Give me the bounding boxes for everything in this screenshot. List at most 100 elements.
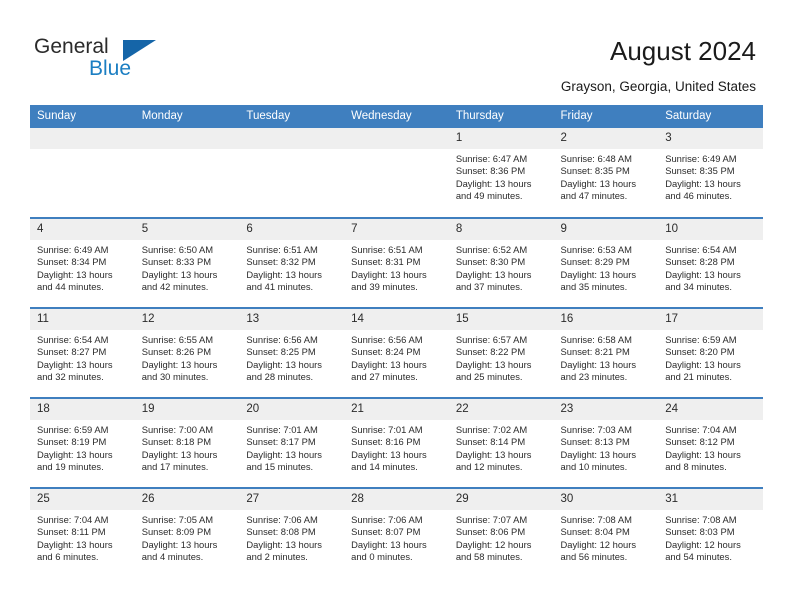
- page-title: August 2024: [609, 36, 756, 66]
- daylight-text: Daylight: 13 hours and 46 minutes.: [665, 177, 741, 201]
- calendar-day-cell[interactable]: 24 Sunrise: 7:04 AM Sunset: 8:12 PM Dayligh…: [658, 397, 763, 488]
- daylight-text: Daylight: 13 hours and 17 minutes.: [141, 448, 218, 472]
- calendar-day-cell[interactable]: 20 Sunrise: 7:01 AM Sunset: 8:17 PM Dayligh…: [239, 397, 345, 488]
- daylight-text: Daylight: 13 hours and 44 minutes.: [37, 268, 113, 292]
- sunrise-text: Sunrise: 7:00 AM: [141, 424, 214, 435]
- day-details: Sunrise: 6:48 AM Sunset: 8:35 PM Daylight:…: [554, 149, 659, 202]
- day-details: Sunrise: 6:55 AM Sunset: 8:26 PM Daylight:…: [135, 330, 240, 383]
- calendar-day-cell[interactable]: 27 Sunrise: 7:06 AM Sunset: 8:08 PM Dayligh…: [239, 487, 345, 578]
- sunset-text: Sunset: 8:29 PM: [560, 256, 630, 268]
- daylight-text: Daylight: 12 hours and 54 minutes.: [665, 538, 741, 562]
- daylight-text: Daylight: 13 hours and 47 minutes.: [560, 177, 637, 201]
- day-number: 4: [30, 219, 135, 240]
- day-number: 26: [134, 489, 240, 510]
- day-details: Sunrise: 7:06 AM Sunset: 8:07 PM Daylight:…: [344, 510, 449, 563]
- sunset-text: Sunset: 8:17 PM: [246, 436, 316, 448]
- day-details: Sunrise: 6:52 AM Sunset: 8:30 PM Daylight:…: [449, 240, 554, 293]
- daylight-text: Daylight: 13 hours and 25 minutes.: [455, 358, 532, 382]
- calendar-day-cell[interactable]: 29 Sunrise: 7:07 AM Sunset: 8:06 PM Dayligh…: [448, 487, 554, 578]
- day-number: 12: [134, 309, 240, 330]
- day-number: 18: [30, 399, 135, 420]
- daylight-text: Daylight: 13 hours and 14 minutes.: [351, 448, 427, 472]
- calendar-day-cell[interactable]: 30 Sunrise: 7:08 AM Sunset: 8:04 PM Dayligh…: [553, 487, 659, 578]
- day-number: 5: [134, 219, 240, 240]
- sunset-text: Sunset: 8:04 PM: [560, 526, 630, 538]
- daylight-text: Daylight: 12 hours and 58 minutes.: [455, 538, 532, 562]
- calendar-day-cell[interactable]: 28 Sunrise: 7:06 AM Sunset: 8:07 PM Dayligh…: [344, 487, 449, 578]
- sunset-text: Sunset: 8:31 PM: [351, 256, 421, 268]
- weekday-header-monday: Monday: [134, 105, 240, 128]
- calendar-day-cell[interactable]: 5 Sunrise: 6:50 AM Sunset: 8:33 PM Daylight…: [134, 217, 240, 308]
- calendar-day-cell[interactable]: 21 Sunrise: 7:01 AM Sunset: 8:16 PM Dayligh…: [344, 397, 449, 488]
- calendar-day-cell-empty: [239, 128, 345, 218]
- daylight-text: Daylight: 13 hours and 15 minutes.: [246, 448, 322, 472]
- sunset-text: Sunset: 8:16 PM: [351, 436, 421, 448]
- day-details: Sunrise: 6:59 AM Sunset: 8:19 PM Daylight:…: [30, 420, 135, 473]
- sunrise-text: Sunrise: 6:54 AM: [665, 244, 737, 255]
- calendar-header-row: Sunday Monday Tuesday Wednesday Thursday Frid…: [30, 105, 763, 128]
- calendar-day-cell-empty: [134, 128, 240, 218]
- daylight-text: Daylight: 12 hours and 56 minutes.: [560, 538, 637, 562]
- day-details: Sunrise: 7:08 AM Sunset: 8:03 PM Daylight:…: [658, 510, 763, 563]
- calendar-day-cell[interactable]: 10 Sunrise: 6:54 AM Sunset: 8:28 PM Dayligh…: [658, 217, 763, 308]
- sunset-text: Sunset: 8:24 PM: [351, 346, 421, 358]
- day-details: Sunrise: 6:49 AM Sunset: 8:34 PM Daylight:…: [30, 240, 135, 293]
- sunrise-text: Sunrise: 6:56 AM: [246, 334, 318, 345]
- page-subtitle: Grayson, Georgia, United States: [560, 79, 756, 94]
- calendar-day-cell[interactable]: 19 Sunrise: 7:00 AM Sunset: 8:18 PM Dayligh…: [134, 397, 240, 488]
- calendar-day-cell[interactable]: 12 Sunrise: 6:55 AM Sunset: 8:26 PM Dayligh…: [134, 307, 240, 398]
- calendar-day-cell[interactable]: 13 Sunrise: 6:56 AM Sunset: 8:25 PM Dayligh…: [239, 307, 345, 398]
- calendar-day-cell[interactable]: 26 Sunrise: 7:05 AM Sunset: 8:09 PM Dayligh…: [134, 487, 240, 578]
- calendar-day-cell[interactable]: 9 Sunrise: 6:53 AM Sunset: 8:29 PM Daylight…: [553, 217, 659, 308]
- page-header: General Blue August 2024 Grayson, Georgi…: [0, 0, 792, 104]
- calendar-day-cell[interactable]: 2 Sunrise: 6:48 AM Sunset: 8:35 PM Daylight…: [553, 128, 659, 218]
- calendar-day-cell[interactable]: 7 Sunrise: 6:51 AM Sunset: 8:31 PM Daylight…: [344, 217, 449, 308]
- calendar-day-cell[interactable]: 25 Sunrise: 7:04 AM Sunset: 8:11 PM Dayligh…: [30, 487, 135, 578]
- calendar-day-cell[interactable]: 6 Sunrise: 6:51 AM Sunset: 8:32 PM Daylight…: [239, 217, 345, 308]
- weekday-header-saturday: Saturday: [658, 105, 763, 128]
- daylight-text: Daylight: 13 hours and 34 minutes.: [665, 268, 741, 292]
- daylight-text: Daylight: 13 hours and 23 minutes.: [560, 358, 637, 382]
- weekday-header-sunday: Sunday: [30, 105, 135, 128]
- logo[interactable]: General Blue: [34, 35, 214, 90]
- calendar-day-cell[interactable]: 18 Sunrise: 6:59 AM Sunset: 8:19 PM Dayligh…: [30, 397, 135, 488]
- day-number: [30, 128, 135, 149]
- sunrise-text: Sunrise: 6:57 AM: [455, 334, 528, 345]
- calendar-day-cell[interactable]: 3 Sunrise: 6:49 AM Sunset: 8:35 PM Daylight…: [658, 128, 763, 218]
- calendar-day-cell[interactable]: 14 Sunrise: 6:56 AM Sunset: 8:24 PM Dayligh…: [344, 307, 449, 398]
- calendar-day-cell[interactable]: 17 Sunrise: 6:59 AM Sunset: 8:20 PM Dayligh…: [658, 307, 763, 398]
- day-details: Sunrise: 6:57 AM Sunset: 8:22 PM Daylight:…: [449, 330, 554, 383]
- calendar-day-cell[interactable]: 23 Sunrise: 7:03 AM Sunset: 8:13 PM Dayligh…: [553, 397, 659, 488]
- calendar-day-cell[interactable]: 15 Sunrise: 6:57 AM Sunset: 8:22 PM Dayligh…: [448, 307, 554, 398]
- sunset-text: Sunset: 8:33 PM: [141, 256, 212, 268]
- calendar-day-cell[interactable]: 11 Sunrise: 6:54 AM Sunset: 8:27 PM Dayligh…: [30, 307, 135, 398]
- sunrise-text: Sunrise: 7:03 AM: [560, 424, 632, 435]
- calendar-table: Sunday Monday Tuesday Wednesday Thursday Frid…: [30, 105, 763, 578]
- day-details: Sunrise: 7:04 AM Sunset: 8:11 PM Daylight:…: [30, 510, 135, 563]
- daylight-text: Daylight: 13 hours and 42 minutes.: [141, 268, 218, 292]
- sunrise-text: Sunrise: 6:47 AM: [455, 153, 528, 164]
- sunrise-text: Sunrise: 6:53 AM: [560, 244, 632, 255]
- calendar-day-cell[interactable]: 4 Sunrise: 6:49 AM Sunset: 8:34 PM Daylight…: [30, 217, 135, 308]
- day-details: Sunrise: 7:02 AM Sunset: 8:14 PM Daylight:…: [449, 420, 554, 473]
- day-number: 2: [553, 128, 659, 149]
- calendar-day-cell[interactable]: 8 Sunrise: 6:52 AM Sunset: 8:30 PM Daylight…: [448, 217, 554, 308]
- calendar-day-cell[interactable]: 31 Sunrise: 7:08 AM Sunset: 8:03 PM Dayligh…: [658, 487, 763, 578]
- day-details: Sunrise: 6:51 AM Sunset: 8:32 PM Daylight:…: [239, 240, 344, 293]
- sunset-text: Sunset: 8:32 PM: [246, 256, 316, 268]
- sunset-text: Sunset: 8:19 PM: [37, 436, 107, 448]
- calendar-day-cell[interactable]: 1 Sunrise: 6:47 AM Sunset: 8:36 PM Daylight…: [448, 128, 554, 218]
- sunrise-text: Sunrise: 7:04 AM: [665, 424, 737, 435]
- day-number: 15: [448, 309, 554, 330]
- calendar-day-cell[interactable]: 16 Sunrise: 6:58 AM Sunset: 8:21 PM Dayligh…: [553, 307, 659, 398]
- calendar-day-cell[interactable]: 22 Sunrise: 7:02 AM Sunset: 8:14 PM Dayligh…: [448, 397, 554, 488]
- day-number: 23: [553, 399, 659, 420]
- sunrise-text: Sunrise: 7:06 AM: [246, 514, 318, 525]
- sunset-text: Sunset: 8:34 PM: [37, 256, 107, 268]
- weekday-header-thursday: Thursday: [448, 105, 554, 128]
- daylight-text: Daylight: 13 hours and 2 minutes.: [246, 538, 322, 562]
- sunset-text: Sunset: 8:07 PM: [351, 526, 421, 538]
- sunset-text: Sunset: 8:20 PM: [665, 346, 735, 358]
- sunrise-text: Sunrise: 6:49 AM: [37, 244, 109, 255]
- daylight-text: Daylight: 13 hours and 30 minutes.: [141, 358, 218, 382]
